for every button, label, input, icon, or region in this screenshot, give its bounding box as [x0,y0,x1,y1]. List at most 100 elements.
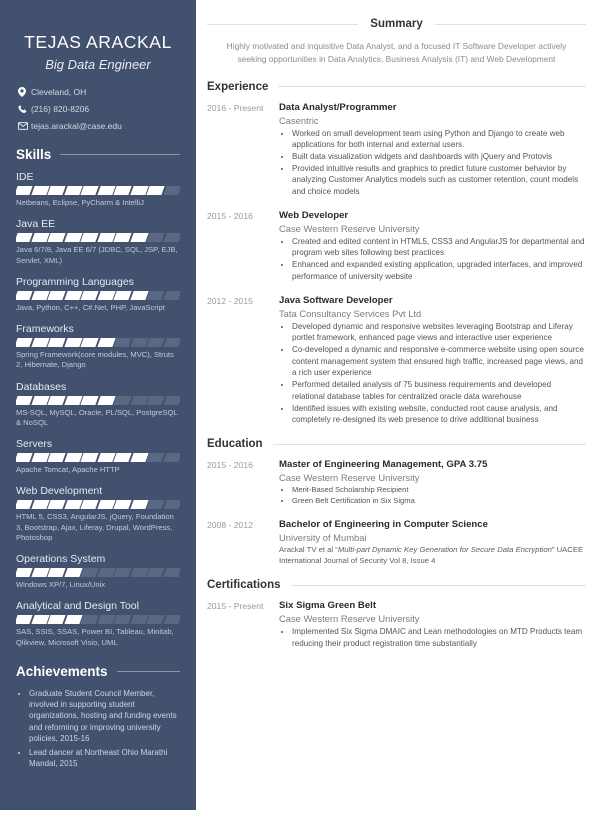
main-column: Summary Highly motivated and inquisitive… [207,0,587,838]
skill-segment [30,186,50,195]
certifications-heading-rule [290,584,586,586]
skill-segment [47,500,66,510]
entry-organization: Tata Consultancy Services Pvt Ltd [279,307,422,319]
skill-segment [113,290,132,300]
experience-entries: 2016 - Present Data Analyst/Programmer Cas… [207,102,586,427]
skill-segment [47,453,66,462]
skill-segment [163,233,180,243]
entry-organization: Case Western Reserve University [279,222,420,234]
skills-list: IDE Netbeans, Eclipse, PyCharm & IntelliJ… [16,171,180,648]
skill-item: Databases MS-SQL, MySQL, Oracle, PL/SQL, … [16,381,180,429]
skill-segment [113,615,132,625]
skill-segment [80,615,99,625]
skill-segment [64,290,83,300]
skill-segment [163,338,180,347]
certifications-section-header: Certifications [207,579,586,591]
skill-description: Netbeans, Eclipse, PyCharm & IntelliJ [16,198,144,207]
certification-entries: 2015 - Present Six Sigma Green Belt Case W… [207,600,586,649]
skill-level-bar [16,615,180,625]
entry-bullet: Implemented Six Sigma DMAIC and Lean met… [292,626,586,649]
summary-rule-left [207,23,359,25]
skill-item: Operations System Windows XP/7, Linux/Uni… [16,553,180,590]
skill-segment [97,395,116,405]
entry-title: Java Software Developer [279,294,393,306]
skill-segment [80,233,99,243]
entry-bullet: Built data visualization widgets and das… [292,151,586,162]
skill-description: Windows XP/7, Linux/Unix [16,580,106,589]
skill-segment [47,568,66,577]
skill-name: Analytical and Design Tool [16,600,139,613]
phone-icon [18,104,31,114]
skill-segment [16,395,33,405]
skills-heading: Skills [16,147,52,162]
entry-organization: Case Western Reserve University [279,472,420,484]
achievements-heading-rule [116,670,180,672]
achievement-item: Lead dancer at Northeast Ohio Marathi Ma… [29,747,180,770]
skills-heading-rule [60,154,180,155]
skill-segment [146,568,166,577]
summary-section-header: Summary [207,18,587,30]
skill-name: Java EE [16,218,56,231]
skill-segment [47,290,66,300]
skill-segment [16,338,33,347]
entry-date: 2015 - 2016 [207,210,253,221]
education-heading: Education [207,438,263,451]
location-pin-icon [18,87,31,97]
skill-level-bar [16,186,180,195]
summary-rule-right [434,23,587,25]
entry-bullet: Green Belt Certification in Six Sigma [292,496,586,507]
education-entry: 2015 - 2016 Master of Engineering Managem… [207,459,586,507]
skill-segment [146,290,166,300]
skill-segment [16,186,33,195]
entry-title: Master of Engineering Management, GPA 3.… [279,459,488,471]
entry-bullet: Worked on small development team using P… [292,128,586,151]
skill-segment [30,290,50,300]
skill-name: Operations System [16,553,106,565]
summary-heading: Summary [370,18,423,30]
skill-segment [16,290,33,300]
contact-email[interactable]: tejas.arackal@case.edu [18,121,178,131]
skill-level-bar [16,395,180,405]
skill-segment [80,186,99,195]
candidate-name: TEJAS ARACKAL [24,32,172,52]
entry-bullet: Developed dynamic and responsive website… [292,321,586,344]
entry-bullets: Created and edited content in HTML5, CSS… [279,236,586,282]
skill-description: Java, Python, C++, C#.Net, PHP, JavaScri… [16,302,165,312]
skill-segment [113,186,132,195]
entry-bullets: Merit-Based Scholarship RecipientGreen B… [279,485,586,507]
skill-level-bar [16,290,180,300]
skill-segment [113,233,132,243]
entry-bullet: Performed detailed analysis of 75 busine… [292,379,586,402]
contact-phone[interactable]: (216) 820-8206 [18,104,178,114]
contact-location-text: Cleveland, OH [31,87,87,97]
entry-bullet: Co-developed a dynamic and responsive e-… [292,344,586,378]
entry-date: 2015 - 2016 [207,460,253,471]
skill-segment [163,290,180,300]
skill-segment [163,615,180,625]
skill-description: Java 6/7/8, Java EE 6/7 (JDBC, SQL, JSP,… [16,245,178,265]
entry-body: Java Software Developer Tata Consultancy … [279,295,586,426]
skill-description: Apache Tomcat, Apache HTTP [16,465,120,474]
experience-heading: Experience [207,80,269,93]
entry-date: 2008 - 2012 [207,520,253,531]
contact-phone-text: (216) 820-8206 [31,104,90,114]
skill-segment [30,395,50,405]
entry-organization: University of Mumbai [279,532,367,544]
skill-description: SAS, SSIS, SSAS, Power BI, Tableau, Mini… [16,627,174,647]
skill-segment [47,615,66,625]
skill-segment [80,395,99,405]
skill-segment [113,395,132,405]
entry-bullets: Implemented Six Sigma DMAIC and Lean met… [279,626,586,649]
skill-description: Spring Framework(core modules, MVC), Str… [16,350,174,370]
entry-organization: Casentric [279,114,319,126]
experience-entry: 2012 - 2015 Java Software Developer Tata C… [207,295,586,426]
skill-item: Programming Languages Java, Python, C++, … [16,276,180,313]
entry-title: Data Analyst/Programmer [279,101,397,113]
achievements-list: Graduate Student Council Member, involve… [16,688,180,770]
achievements-heading: Achievements [16,663,108,679]
skill-item: Analytical and Design Tool SAS, SSIS, SSA… [16,600,180,648]
contact-location[interactable]: Cleveland, OH [18,87,178,97]
achievements-section-header: Achievements [16,664,180,679]
skill-name: IDE [16,171,34,183]
entry-title: Web Developer [279,209,349,221]
